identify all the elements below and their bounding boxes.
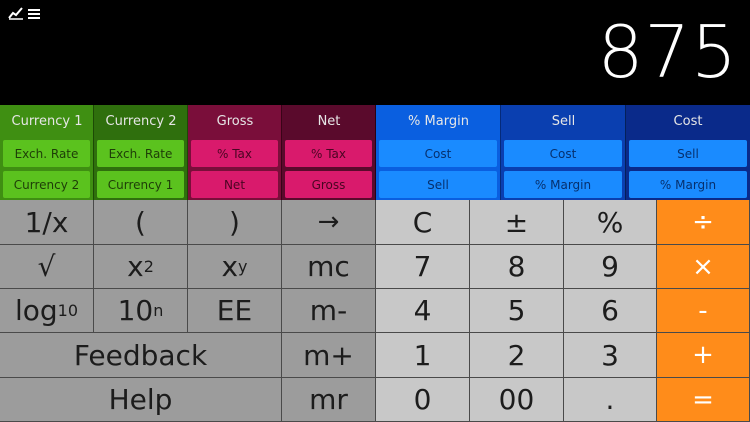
digit-1-key[interactable]: 1 — [376, 333, 470, 378]
function-group-margin: % Margin Cost Sell — [376, 105, 501, 200]
square-key-exp: 2 — [143, 257, 154, 276]
cost-margin-button[interactable]: % Margin — [629, 171, 747, 198]
pow10-key-base: 10 — [117, 294, 154, 327]
gross-tax-button[interactable]: % Tax — [191, 140, 278, 167]
top-bar: 875 — [0, 0, 750, 105]
currency1-exch-rate-button[interactable]: Exch. Rate — [3, 140, 90, 167]
function-group-currency1: Currency 1 Exch. Rate Currency 2 — [0, 105, 94, 200]
net-tax-button[interactable]: % Tax — [285, 140, 372, 167]
multiply-key[interactable]: × — [657, 245, 750, 289]
digit-7-key[interactable]: 7 — [376, 245, 470, 289]
percent-key[interactable]: % — [564, 200, 657, 245]
reciprocal-key[interactable]: 1/x — [0, 200, 94, 245]
sell-header[interactable]: Sell — [501, 105, 626, 138]
function-group-net: Net % Tax Gross — [282, 105, 376, 200]
margin-header[interactable]: % Margin — [376, 105, 501, 138]
margin-sell-button[interactable]: Sell — [379, 171, 497, 198]
power-key[interactable]: xy — [188, 245, 282, 289]
calculator-display: 875 — [597, 10, 738, 94]
function-group-cost: Cost Sell % Margin — [626, 105, 750, 200]
equals-key[interactable]: = — [657, 378, 750, 422]
ee-key[interactable]: EE — [188, 289, 282, 333]
memory-clear-key[interactable]: mc — [282, 245, 376, 289]
net-header[interactable]: Net — [282, 105, 376, 138]
feedback-button[interactable]: Feedback — [0, 333, 282, 378]
chart-line-icon[interactable] — [8, 5, 24, 24]
function-group-currency2: Currency 2 Exch. Rate Currency 1 — [94, 105, 188, 200]
square-key-base: x — [127, 250, 144, 283]
function-group-gross: Gross % Tax Net — [188, 105, 282, 200]
divide-key[interactable]: ÷ — [657, 200, 750, 245]
right-paren-key[interactable]: ) — [188, 200, 282, 245]
function-group-sell: Sell Cost % Margin — [501, 105, 626, 200]
hamburger-menu-icon[interactable] — [28, 5, 40, 24]
decimal-key[interactable]: . — [564, 378, 657, 422]
square-key[interactable]: x2 — [94, 245, 188, 289]
sqrt-key[interactable]: √ — [0, 245, 94, 289]
cost-sell-button[interactable]: Sell — [629, 140, 747, 167]
digit-2-key[interactable]: 2 — [470, 333, 564, 378]
log10-key-base: log — [14, 294, 58, 327]
currency1-to-currency2-button[interactable]: Currency 2 — [3, 171, 90, 198]
digit-4-key[interactable]: 4 — [376, 289, 470, 333]
margin-cost-button[interactable]: Cost — [379, 140, 497, 167]
currency2-header[interactable]: Currency 2 — [94, 105, 188, 138]
log10-key-sub: 10 — [57, 301, 79, 320]
digit-6-key[interactable]: 6 — [564, 289, 657, 333]
currency1-header[interactable]: Currency 1 — [0, 105, 94, 138]
digit-8-key[interactable]: 8 — [470, 245, 564, 289]
toolbar-icons — [8, 6, 48, 22]
sell-cost-button[interactable]: Cost — [504, 140, 622, 167]
pow10-key-exp: n — [153, 301, 164, 320]
memory-recall-key[interactable]: mr — [282, 378, 376, 422]
net-gross-button[interactable]: Gross — [285, 171, 372, 198]
gross-header[interactable]: Gross — [188, 105, 282, 138]
digit-5-key[interactable]: 5 — [470, 289, 564, 333]
double-zero-key[interactable]: 00 — [470, 378, 564, 422]
digit-3-key[interactable]: 3 — [564, 333, 657, 378]
help-button[interactable]: Help — [0, 378, 282, 422]
currency2-to-currency1-button[interactable]: Currency 1 — [97, 171, 184, 198]
gross-net-button[interactable]: Net — [191, 171, 278, 198]
log10-key[interactable]: log 10 — [0, 289, 94, 333]
cost-header[interactable]: Cost — [626, 105, 750, 138]
keypad: 1/x ( ) → C ± % ÷ √ x2 xy mc 7 8 9 × log… — [0, 200, 750, 422]
sell-margin-button[interactable]: % Margin — [504, 171, 622, 198]
memory-plus-key[interactable]: m+ — [282, 333, 376, 378]
currency2-exch-rate-button[interactable]: Exch. Rate — [97, 140, 184, 167]
power-key-exp: y — [238, 257, 248, 276]
minus-key[interactable]: - — [657, 289, 750, 333]
power-key-base: x — [221, 250, 239, 283]
left-paren-key[interactable]: ( — [94, 200, 188, 245]
plus-key[interactable]: + — [657, 333, 750, 378]
plus-minus-key[interactable]: ± — [470, 200, 564, 245]
arrow-right-icon[interactable]: → — [282, 200, 376, 245]
digit-0-key[interactable]: 0 — [376, 378, 470, 422]
memory-minus-key[interactable]: m- — [282, 289, 376, 333]
pow10-key[interactable]: 10 n — [94, 289, 188, 333]
clear-key[interactable]: C — [376, 200, 470, 245]
digit-9-key[interactable]: 9 — [564, 245, 657, 289]
